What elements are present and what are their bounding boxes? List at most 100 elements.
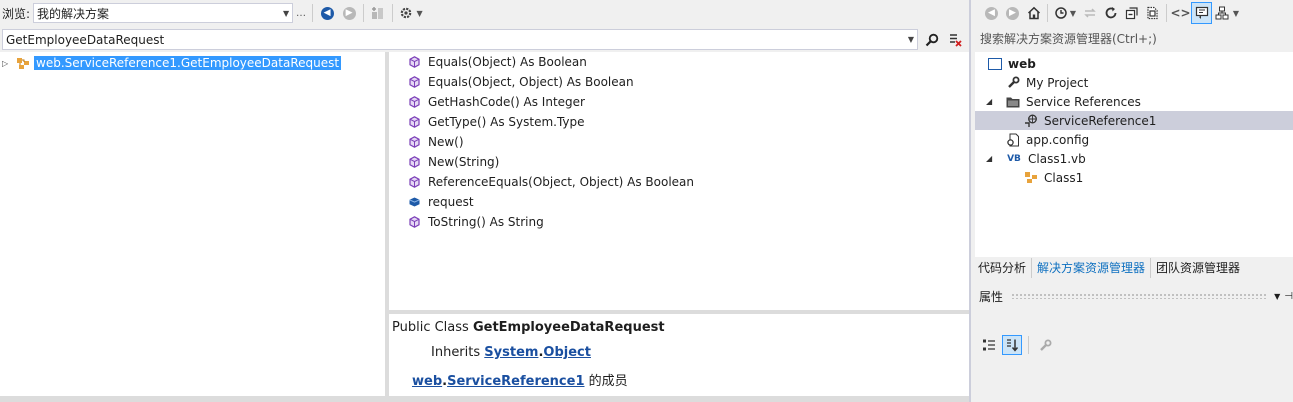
- chevron-down-icon: ▼: [1069, 8, 1077, 18]
- home-button[interactable]: [1023, 2, 1044, 24]
- settings-dropdown-button[interactable]: ▼: [396, 2, 426, 24]
- toolbar-separator: [392, 4, 394, 22]
- declaration-name: GetEmployeeDataRequest: [472, 320, 665, 335]
- sync-active-document-button[interactable]: [1079, 2, 1100, 24]
- vb-project-icon: [988, 57, 1002, 71]
- collapse-arrow-icon[interactable]: ◢: [986, 97, 996, 106]
- expand-arrow-icon[interactable]: ▷: [2, 59, 12, 68]
- properties-button[interactable]: [1191, 2, 1212, 24]
- panel-divider[interactable]: [969, 0, 971, 402]
- method-icon: [408, 116, 420, 128]
- solution-explorer-search-input[interactable]: 搜索解决方案资源管理器(Ctrl+;): [973, 29, 1293, 49]
- browse-scope-dropdown[interactable]: 我的解决方案 ▼: [33, 3, 294, 23]
- tab-team-explorer[interactable]: 团队资源管理器: [1151, 258, 1245, 278]
- properties-icon: [1195, 6, 1208, 19]
- member-item[interactable]: GetType() As System.Type: [408, 112, 585, 132]
- class-diagram-button[interactable]: ▼: [1212, 2, 1242, 24]
- tree-item-class1-vb[interactable]: ◢ VB Class1.vb: [986, 149, 1086, 168]
- member-of-type-link[interactable]: ServiceReference1: [447, 374, 584, 389]
- pin-icon[interactable]: ⊣: [1284, 291, 1293, 302]
- description-pane: Public Class GetEmployeeDataRequest Inhe…: [389, 314, 969, 396]
- tree-item-service-references[interactable]: ◢ Service References: [986, 92, 1141, 111]
- inherits-namespace-link[interactable]: System: [484, 345, 538, 360]
- solution-tree: web My Project ◢ Service References Serv…: [975, 52, 1293, 257]
- member-label: Equals(Object) As Boolean: [428, 55, 587, 69]
- member-item[interactable]: request: [408, 192, 474, 212]
- member-label: GetType() As System.Type: [428, 115, 585, 129]
- tab-solution-explorer[interactable]: 解决方案资源管理器: [1032, 258, 1152, 278]
- object-browser: 浏览: 我的解决方案 ▼ … ◀ ▶ ▼ GetEmployeeDataRequ…: [0, 0, 971, 402]
- tree-item-web-project[interactable]: web: [988, 54, 1036, 73]
- config-file-icon: [1006, 133, 1020, 147]
- service-reference-icon: [1024, 114, 1038, 128]
- tree-item-class1[interactable]: Class1: [1024, 168, 1083, 187]
- properties-object-selector[interactable]: [973, 307, 1293, 329]
- tree-item-app-config[interactable]: app.config: [1006, 130, 1089, 149]
- member-item[interactable]: New(String): [408, 152, 499, 172]
- tree-item-label: web: [1008, 56, 1036, 71]
- categorized-button[interactable]: [979, 335, 999, 355]
- search-input[interactable]: GetEmployeeDataRequest ▼: [2, 29, 918, 50]
- solution-explorer: ◀ ▶ ▼ <> ▼ 搜索解决方案资源管理器(Ctrl+;) web My Pr…: [973, 0, 1293, 402]
- back-arrow-icon: ◀: [320, 6, 334, 20]
- toolbar-separator: [1166, 4, 1167, 22]
- tree-item-my-project[interactable]: My Project: [1006, 73, 1088, 92]
- alphabetical-button[interactable]: [1002, 335, 1022, 355]
- member-item[interactable]: Equals(Object, Object) As Boolean: [408, 72, 634, 92]
- tree-item-label: Class1.vb: [1028, 151, 1086, 166]
- object-browser-search-bar: GetEmployeeDataRequest ▼: [0, 29, 971, 51]
- properties-toolbar: [979, 334, 1055, 356]
- forward-button[interactable]: ▶: [338, 2, 360, 24]
- home-icon: [1027, 6, 1040, 20]
- chevron-down-icon: ▼: [1232, 8, 1240, 18]
- folder-icon: [1006, 95, 1020, 109]
- search-icon: [925, 33, 939, 47]
- objects-pane: ▷ web.ServiceReference1.GetEmployeeDataR…: [0, 52, 385, 396]
- add-reference-button[interactable]: [367, 2, 389, 24]
- properties-header: 属性 ▼ ⊣: [973, 286, 1293, 306]
- collapse-arrow-icon[interactable]: ◢: [986, 154, 996, 163]
- refresh-icon: [1105, 7, 1116, 19]
- tree-item-label: Service References: [1026, 94, 1141, 109]
- show-all-files-button[interactable]: [1142, 2, 1163, 24]
- tree-item-label: app.config: [1026, 132, 1090, 147]
- refresh-button[interactable]: [1100, 2, 1121, 24]
- forward-button[interactable]: ▶: [1002, 2, 1023, 24]
- properties-grid: [973, 358, 1293, 402]
- edit-custom-set-button[interactable]: …: [293, 2, 309, 24]
- member-item[interactable]: GetHashCode() As Integer: [408, 92, 585, 112]
- tree-item-get-employee-data-request[interactable]: ▷ web.ServiceReference1.GetEmployeeDataR…: [2, 54, 342, 72]
- clear-search-button[interactable]: [945, 30, 965, 50]
- view-code-button[interactable]: <>: [1170, 2, 1191, 24]
- wrench-icon: [1006, 76, 1020, 90]
- sync-arrows-icon: [1083, 8, 1096, 18]
- method-icon: [408, 176, 420, 188]
- tree-item-service-reference1[interactable]: ServiceReference1: [1024, 111, 1156, 130]
- solution-explorer-toolbar: ◀ ▶ ▼ <> ▼: [973, 0, 1293, 26]
- chevron-down-icon[interactable]: ▼: [1274, 292, 1280, 301]
- member-of-namespace-link[interactable]: web: [412, 374, 442, 389]
- back-button[interactable]: ◀: [981, 2, 1002, 24]
- inherits-line: Inherits System.Object: [431, 345, 591, 360]
- toolbar-separator: [1028, 336, 1029, 354]
- back-button[interactable]: ◀: [316, 2, 338, 24]
- search-button[interactable]: [922, 30, 942, 50]
- bottom-border: [0, 396, 971, 402]
- members-pane: Equals(Object) As Boolean Equals(Object,…: [389, 52, 969, 310]
- method-icon: [408, 136, 420, 148]
- member-of-suffix: 的成员: [584, 374, 628, 389]
- browse-scope-value: 我的解决方案: [37, 6, 110, 21]
- tab-code-analysis[interactable]: 代码分析: [973, 258, 1033, 278]
- declaration-prefix: Public Class: [392, 320, 473, 335]
- member-item[interactable]: New(): [408, 132, 464, 152]
- property-pages-button[interactable]: [1035, 335, 1055, 355]
- member-item[interactable]: ToString() As String: [408, 212, 544, 232]
- inherits-type-link[interactable]: Object: [543, 345, 591, 360]
- browse-label: 浏览:: [2, 6, 31, 21]
- member-item[interactable]: ReferenceEquals(Object, Object) As Boole…: [408, 172, 694, 192]
- tree-item-label: ServiceReference1: [1044, 113, 1157, 128]
- member-item[interactable]: Equals(Object) As Boolean: [408, 52, 587, 72]
- drag-grip[interactable]: [1011, 293, 1267, 299]
- pending-changes-filter-button[interactable]: ▼: [1051, 2, 1079, 24]
- collapse-all-button[interactable]: [1121, 2, 1142, 24]
